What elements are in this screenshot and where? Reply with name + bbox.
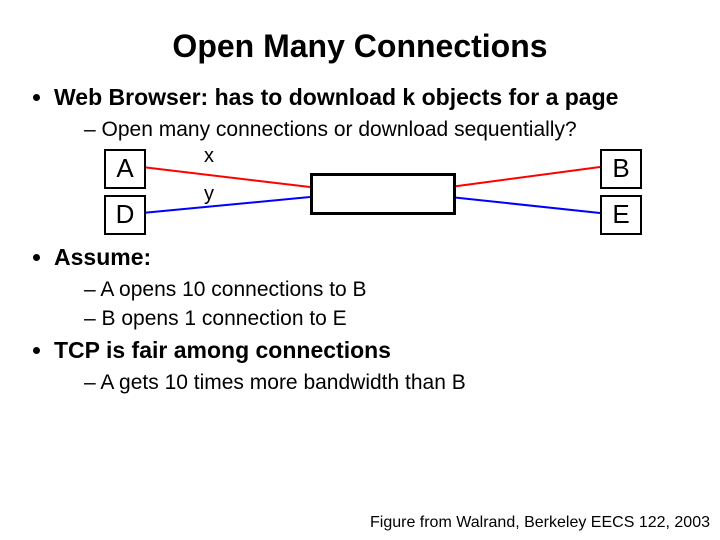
sub-b-opens: B opens 1 connection to E: [84, 305, 690, 332]
sub-a-opens: A opens 10 connections to B: [84, 276, 690, 303]
figure-credit: Figure from Walrand, Berkeley EECS 122, …: [370, 514, 710, 532]
sub-list: A gets 10 times more bandwidth than B: [54, 369, 690, 396]
sub-a-gets: A gets 10 times more bandwidth than B: [84, 369, 690, 396]
bullet-text: Web Browser: has to download k objects f…: [54, 84, 618, 110]
bullet-text: Assume:: [54, 244, 151, 270]
bullet-web-browser: Web Browser: has to download k objects f…: [54, 83, 690, 143]
label-x: x: [204, 145, 214, 168]
node-d: D: [104, 195, 146, 235]
bullet-text: TCP is fair among connections: [54, 337, 391, 363]
sub-list: A opens 10 connections to B B opens 1 co…: [54, 276, 690, 333]
label-y: y: [204, 183, 214, 206]
sub-open-many: Open many connections or download sequen…: [84, 116, 690, 143]
router-box: [310, 173, 456, 215]
bullet-tcp-fair: TCP is fair among connections A gets 10 …: [54, 336, 690, 396]
node-a: A: [104, 149, 146, 189]
network-diagram: A D B E x y: [100, 147, 660, 237]
slide-title: Open Many Connections: [30, 28, 690, 65]
node-e: E: [600, 195, 642, 235]
bullet-list-2: Assume: A opens 10 connections to B B op…: [30, 243, 690, 396]
bullet-assume: Assume: A opens 10 connections to B B op…: [54, 243, 690, 332]
sub-list: Open many connections or download sequen…: [54, 116, 690, 143]
slide: Open Many Connections Web Browser: has t…: [0, 0, 720, 540]
node-b: B: [600, 149, 642, 189]
bullet-list: Web Browser: has to download k objects f…: [30, 83, 690, 143]
